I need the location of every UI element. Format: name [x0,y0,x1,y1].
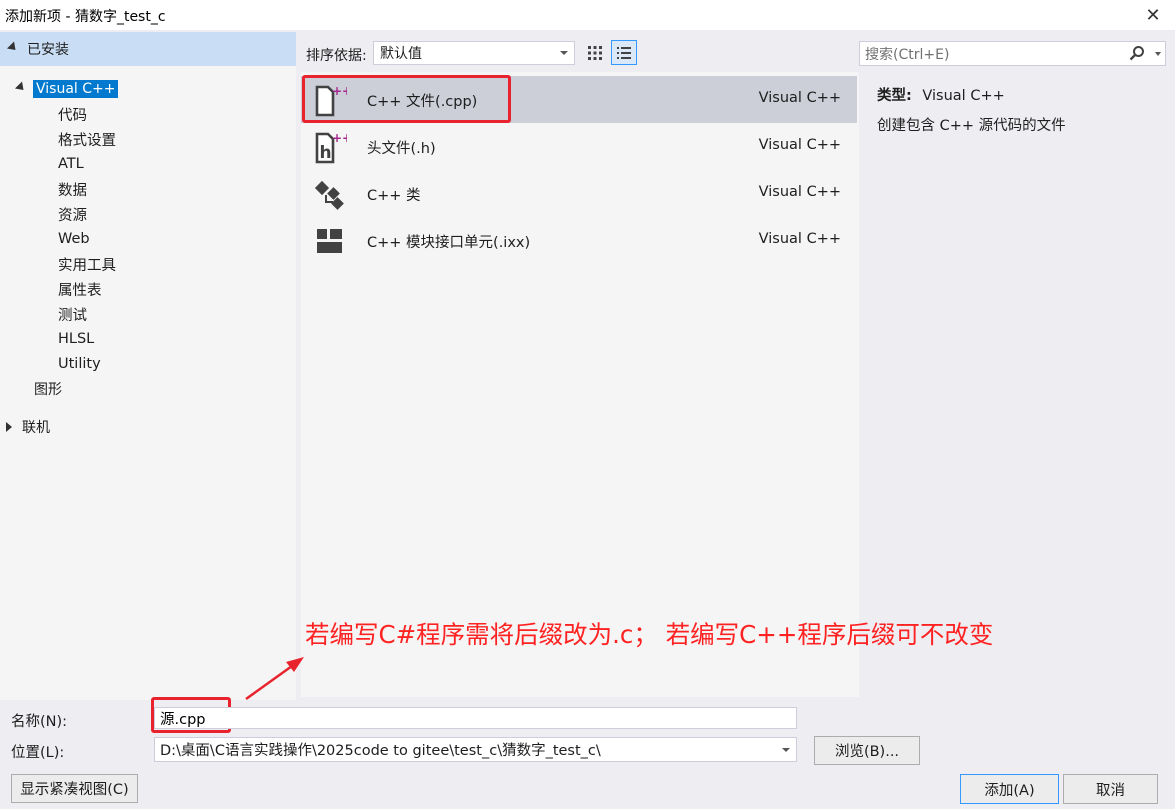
search-options-chevron-icon[interactable] [1155,52,1161,56]
expand-right-icon[interactable] [6,422,12,432]
tree-item-installed[interactable]: 已安装 [0,32,296,66]
tree-item-label: Visual C++ [33,80,119,98]
close-button[interactable]: ✕ [1131,0,1175,30]
highlight-box-template [302,75,511,123]
template-type: Visual C++ [758,90,841,106]
add-button[interactable]: 添加(A) [960,774,1059,804]
tree-item-resources[interactable]: 资源 [58,203,87,225]
grid-view-button[interactable] [582,41,608,65]
tree-item-data[interactable]: 数据 [58,178,87,200]
annotation-arrow-icon [245,657,304,701]
tree-item-label: 联机 [22,420,50,436]
name-input[interactable] [154,707,797,729]
category-tree: 已安装 Visual C++ 代码 格式设置 ATL 数据 资源 Web 实用工… [0,32,296,700]
type-label: 类型: [877,88,912,104]
header-file-icon: h ++ [315,131,347,164]
tree-item-web[interactable]: Web [58,228,90,250]
search-box [859,41,1166,67]
name-label: 名称(N): [11,714,68,730]
location-value: D:\桌面\C语言实践操作\2025code to gitee\test_c\猜… [160,743,601,759]
tree-item-property-sheets[interactable]: 属性表 [58,278,102,300]
chevron-down-icon [782,748,790,752]
sort-dropdown[interactable]: 默认值 [373,41,575,65]
svg-text:++: ++ [332,131,347,145]
template-item-cpp-class[interactable]: C++ 类 Visual C++ [301,170,857,217]
search-icon[interactable] [1129,45,1145,61]
tree-item-online[interactable]: 联机 [6,416,50,438]
details-pane: 类型: Visual C++ 创建包含 C++ 源代码的文件 [868,72,1168,697]
template-item-module[interactable]: C++ 模块接口单元(.ixx) Visual C++ [301,217,857,264]
chevron-down-icon [560,51,568,55]
type-line: 类型: Visual C++ [877,84,1005,105]
expand-down-icon[interactable] [6,41,20,54]
tree-item-formatting[interactable]: 格式设置 [58,128,116,150]
svg-text:h: h [320,143,332,163]
template-name: C++ 模块接口单元(.ixx) [367,235,531,251]
tree-item-hlsl[interactable]: HLSL [58,328,94,350]
tree-item-code[interactable]: 代码 [58,103,87,125]
template-name: 头文件(.h) [367,141,436,157]
tree-item-test[interactable]: 测试 [58,303,87,325]
tree-item-graphics[interactable]: 图形 [34,378,62,400]
template-type: Visual C++ [758,231,841,247]
location-dropdown[interactable]: D:\桌面\C语言实践操作\2025code to gitee\test_c\猜… [154,737,797,762]
sort-value: 默认值 [380,46,422,62]
module-icon [317,229,342,253]
tree-item-utility[interactable]: Utility [58,353,101,375]
sort-label: 排序依据: [306,48,367,64]
grid-view-icon [588,46,602,60]
close-icon: ✕ [1145,4,1161,26]
cancel-button[interactable]: 取消 [1063,774,1158,804]
template-description: 创建包含 C++ 源代码的文件 [877,118,1066,134]
annotation-note: 若编写C#程序需将后缀改为.c； 若编写C++程序后缀可不改变 [305,620,994,649]
tree-item-atl[interactable]: ATL [58,153,84,175]
template-item-header-file[interactable]: h ++ 头文件(.h) Visual C++ [301,123,857,170]
tree-item-label: 已安装 [27,42,69,58]
window-title: 添加新项 - 猜数字_test_c [5,9,166,25]
title-bar: 添加新项 - 猜数字_test_c ✕ [0,0,1175,30]
template-type: Visual C++ [758,137,841,153]
tree-item-utilities[interactable]: 实用工具 [58,253,116,275]
list-view-icon [617,46,631,59]
browse-button[interactable]: 浏览(B)... [814,736,920,765]
list-view-button[interactable] [611,40,637,65]
search-input[interactable] [860,42,1127,67]
tree-item-visual-cpp[interactable]: Visual C++ [14,78,119,100]
compact-view-button[interactable]: 显示紧凑视图(C) [11,774,138,803]
expand-down-icon[interactable] [14,81,28,94]
cpp-class-icon [314,180,344,210]
type-value: Visual C++ [922,88,1005,104]
location-label: 位置(L): [11,745,65,761]
template-list: ++ C++ 文件(.cpp) Visual C++ h ++ 头文件(.h) … [301,72,859,697]
template-type: Visual C++ [758,184,841,200]
template-name: C++ 类 [367,188,421,204]
